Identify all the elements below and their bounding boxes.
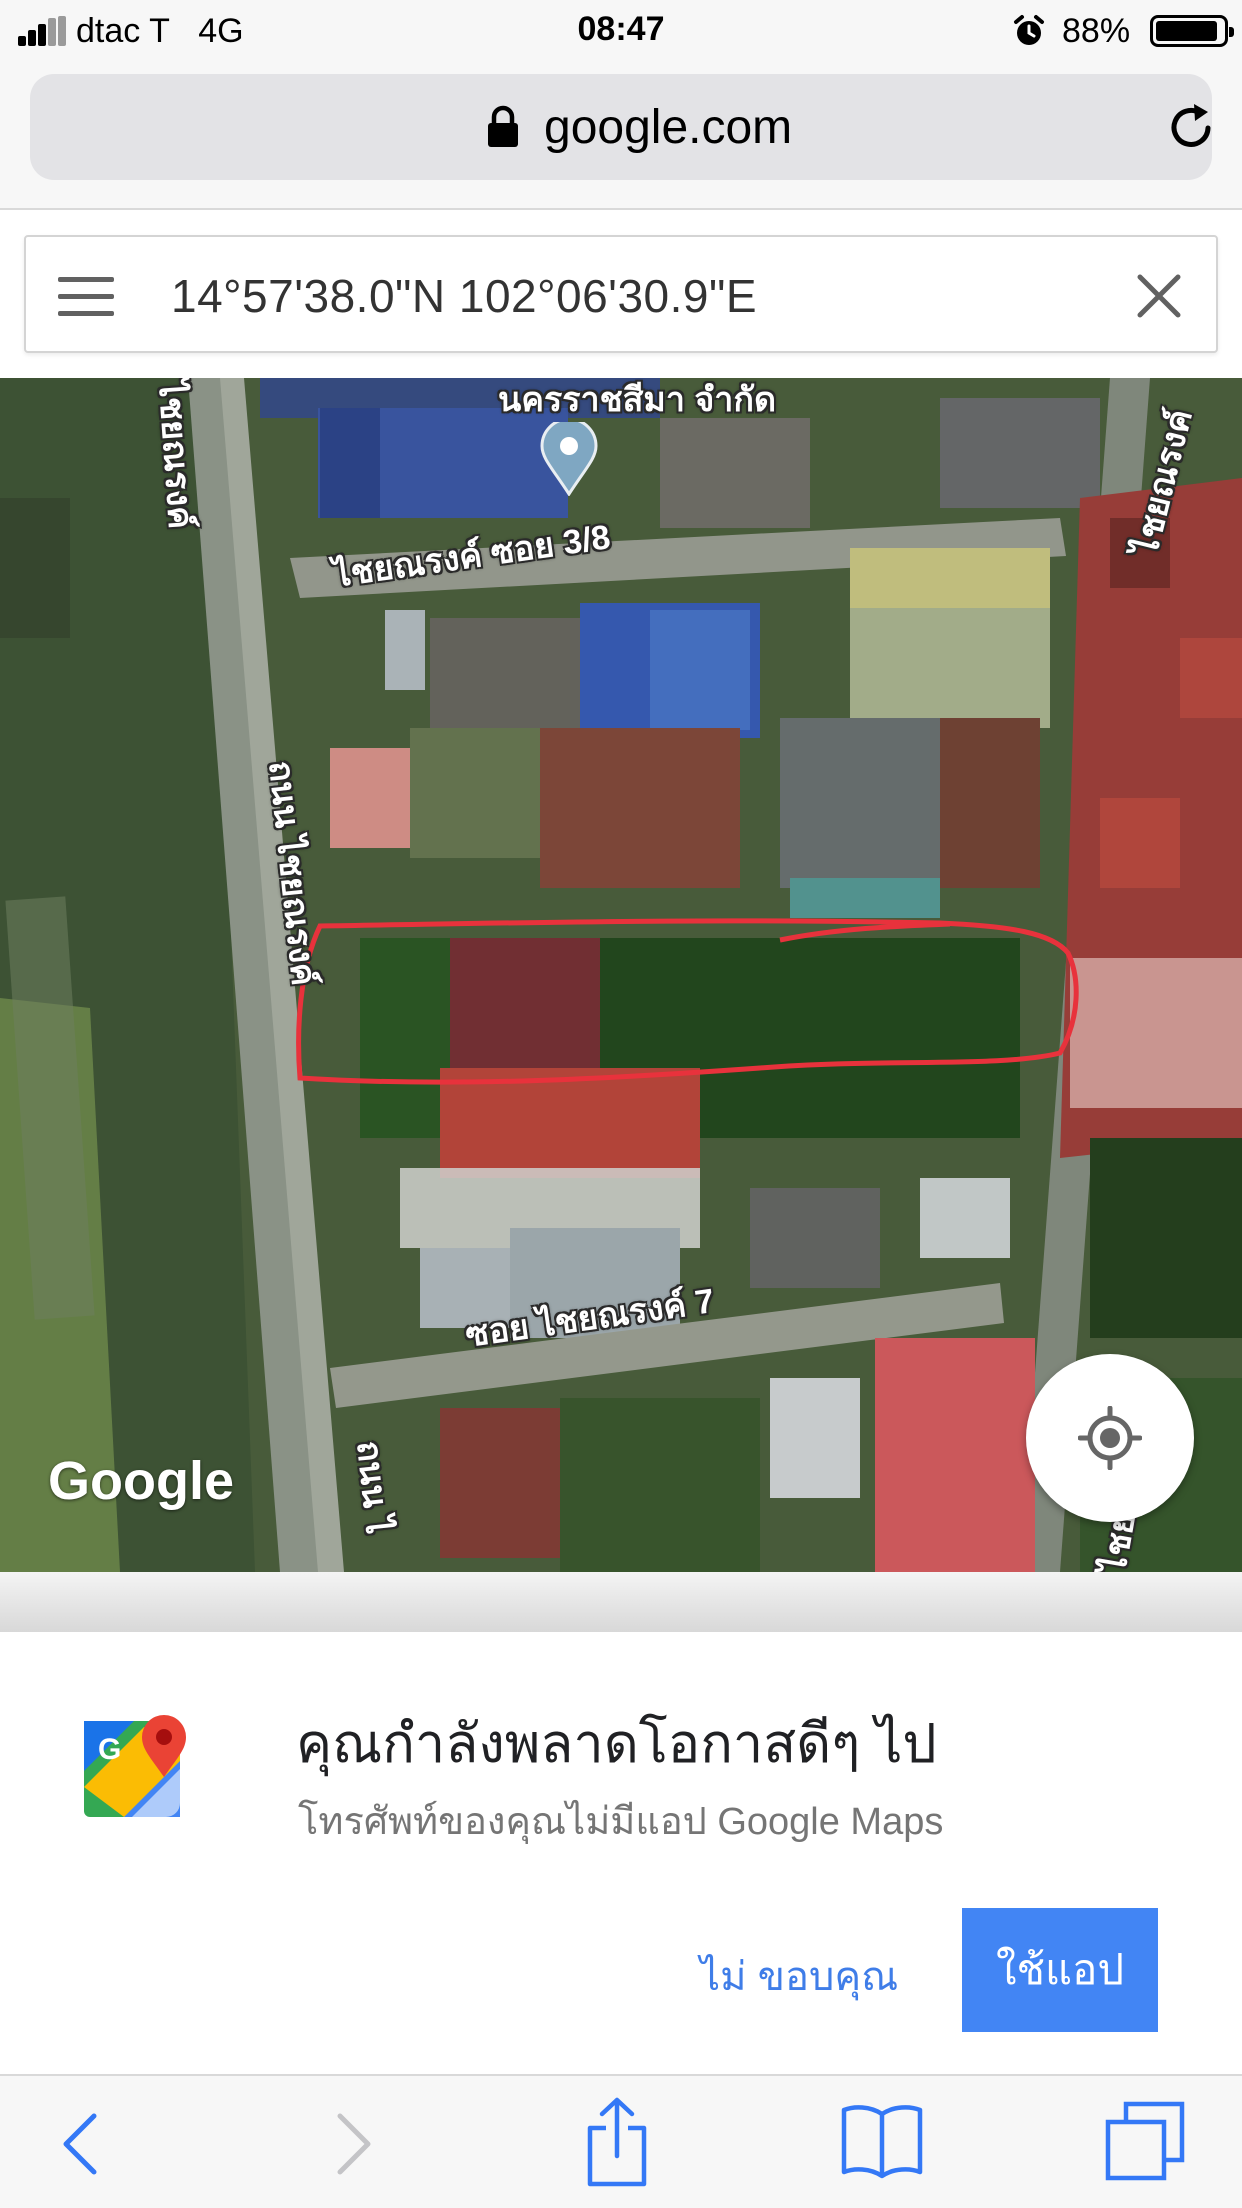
satellite-map[interactable]: นครราชสีมา จำกัด ไชยณรงค์ ซอย 3/8 ซอย ไช… [0,378,1242,1572]
close-icon[interactable] [1132,269,1186,323]
my-location-icon [1078,1406,1142,1470]
menu-icon[interactable] [58,277,114,317]
open-in-app-sheet: G คุณกำลังพลาดโอกาสดีๆ ไป โทรศัพท์ของคุณ… [0,1632,1242,2074]
battery-percent: 88% [1062,12,1131,50]
share-icon[interactable] [584,2096,650,2188]
sheet-shadow [0,1572,1242,1632]
reload-icon[interactable] [1164,100,1218,154]
lock-icon [488,105,518,147]
no-thanks-button[interactable]: ไม่ ขอบคุณ [700,1944,898,2008]
promo-subtitle: โทรศัพท์ของคุณไม่มีแอป Google Maps [298,1801,944,1843]
battery-icon [1150,15,1234,47]
bookmarks-icon[interactable] [840,2100,924,2180]
browser-toolbar [0,2074,1242,2208]
url-text: google.com [544,101,793,154]
forward-icon[interactable] [328,2104,378,2182]
my-location-button[interactable] [1026,1354,1194,1522]
maps-header: 14°57'38.0"N 102°06'30.9"E [0,210,1242,378]
status-time: 08:47 [577,10,665,48]
map-label-business: นครราชสีมา จำกัด [498,381,777,419]
tabs-icon[interactable] [1104,2100,1186,2182]
address-bar[interactable]: google.com [30,74,1212,180]
browser-address-area: google.com [0,62,1242,210]
status-bar: dtac T 4G 08:47 88% [0,0,1242,62]
google-maps-app-icon: G [84,1715,186,1817]
promo-title: คุณกำลังพลาดโอกาสดีๆ ไป [296,1714,937,1774]
search-input[interactable]: 14°57'38.0"N 102°06'30.9"E [171,269,757,323]
google-logo: Google [48,1451,234,1511]
use-app-button[interactable]: ใช้แอป [962,1908,1158,2032]
search-box[interactable]: 14°57'38.0"N 102°06'30.9"E [24,235,1218,353]
back-icon[interactable] [56,2104,106,2182]
location-pin-icon[interactable] [540,422,598,496]
svg-text:G: G [98,1733,121,1766]
alarm-icon [1014,15,1044,45]
